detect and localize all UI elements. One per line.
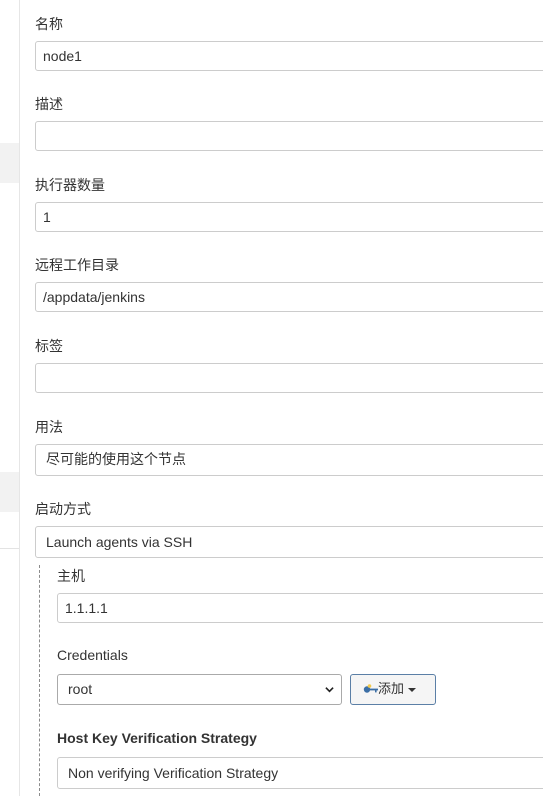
usage-select[interactable]: 尽可能的使用这个节点 <box>35 444 543 476</box>
chevron-down-icon <box>325 687 334 693</box>
description-label: 描述 <box>35 97 63 113</box>
labels-label: 标签 <box>35 339 63 355</box>
add-credentials-button[interactable]: 添加 <box>350 674 436 705</box>
labels-input[interactable] <box>35 363 543 393</box>
nested-section-border <box>39 565 40 796</box>
host-key-strategy-label: Host Key Verification Strategy <box>57 730 257 746</box>
credentials-label: Credentials <box>57 647 128 663</box>
executors-input[interactable]: 1 <box>35 202 543 232</box>
caret-down-icon <box>408 688 416 692</box>
executors-label: 执行器数量 <box>35 178 105 194</box>
side-panel-divider <box>0 548 19 549</box>
host-input[interactable]: 1.1.1.1 <box>57 593 543 623</box>
side-panel-active-item[interactable] <box>0 143 19 183</box>
remote-root-label: 远程工作目录 <box>35 258 119 274</box>
credentials-selected-value: root <box>68 681 93 697</box>
add-button-label: 添加 <box>378 682 405 697</box>
credentials-select[interactable]: root <box>57 674 342 705</box>
usage-label: 用法 <box>35 420 63 436</box>
key-icon <box>363 684 378 693</box>
host-label: 主机 <box>57 569 85 585</box>
description-input[interactable] <box>35 121 543 151</box>
name-input[interactable]: node1 <box>35 41 543 71</box>
remote-root-input[interactable]: /appdata/jenkins <box>35 282 543 312</box>
launch-method-label: 启动方式 <box>35 502 91 518</box>
launch-method-select[interactable]: Launch agents via SSH <box>35 526 543 558</box>
side-panel <box>0 0 20 796</box>
host-key-strategy-select[interactable]: Non verifying Verification Strategy <box>57 757 543 789</box>
side-panel-item[interactable] <box>0 472 19 512</box>
name-label: 名称 <box>35 17 63 33</box>
